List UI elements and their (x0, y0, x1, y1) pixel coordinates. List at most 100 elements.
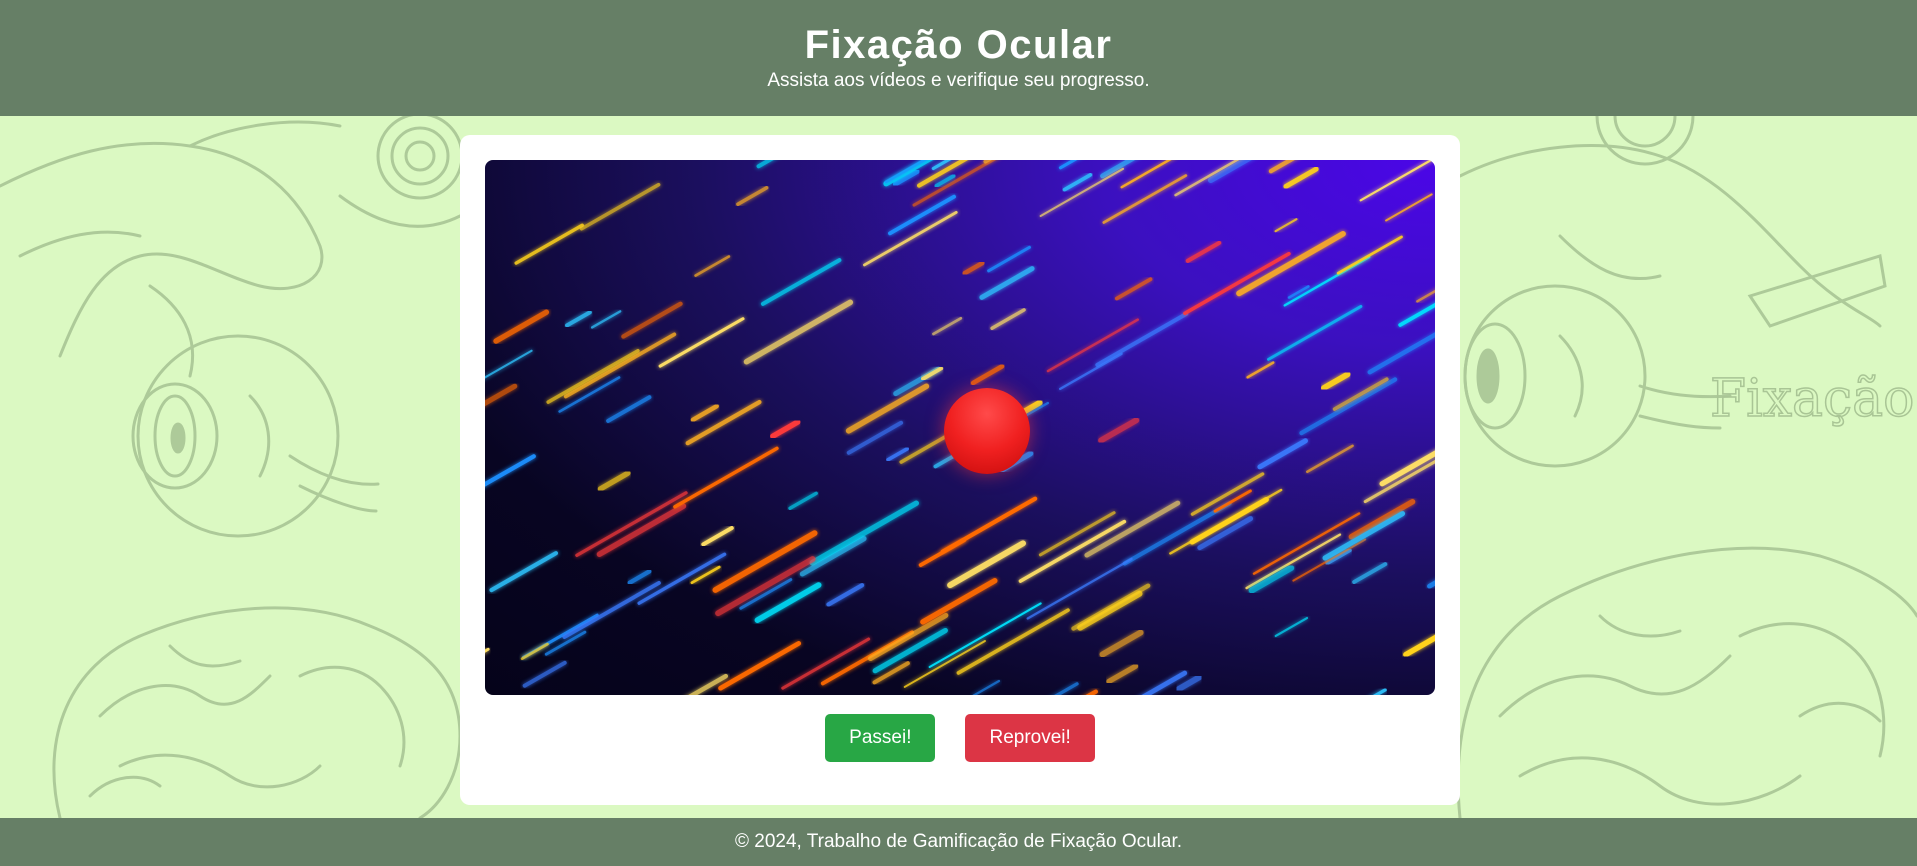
red-ball-target-icon (944, 388, 1030, 474)
pass-button[interactable]: Passei! (825, 714, 936, 762)
light-streak (1306, 444, 1354, 474)
light-streak (736, 186, 769, 206)
light-streak (1122, 501, 1232, 566)
light-streak (1274, 616, 1309, 638)
light-streak (1416, 289, 1435, 303)
light-streak (1336, 235, 1403, 275)
light-streak (1359, 160, 1434, 202)
light-streak (916, 160, 969, 188)
light-streak (743, 299, 854, 365)
light-streak (1213, 489, 1252, 513)
light-streak (1246, 361, 1275, 379)
light-streak (920, 578, 998, 625)
light-streak (718, 641, 802, 691)
light-streak (932, 316, 963, 336)
light-streak (1268, 160, 1295, 174)
light-streak (1099, 629, 1144, 658)
light-streak (1403, 634, 1435, 658)
light-streak (1175, 674, 1203, 692)
light-streak (485, 349, 533, 379)
light-streak (1106, 663, 1139, 685)
light-streak (485, 383, 518, 407)
light-streak (788, 491, 818, 511)
light-streak (1348, 499, 1416, 540)
light-streak (972, 679, 1001, 695)
light-streak (799, 536, 867, 577)
light-streak (563, 332, 677, 399)
light-streak (1283, 166, 1319, 189)
light-streak (1385, 193, 1433, 222)
fail-button[interactable]: Reprovei! (965, 714, 1095, 762)
light-streak (1095, 311, 1189, 367)
light-streak (1046, 318, 1140, 373)
light-streak (987, 245, 1031, 273)
light-streak (694, 255, 731, 277)
light-streak (673, 446, 779, 509)
light-streak (979, 266, 1035, 300)
light-streak (990, 308, 1026, 330)
light-streak (886, 446, 909, 462)
light-streak (1236, 230, 1346, 297)
light-streak (712, 530, 818, 593)
light-streak (1252, 512, 1361, 575)
light-streak (1062, 173, 1093, 192)
watermark-text: Fixação (1710, 369, 1914, 429)
light-streak (579, 182, 661, 231)
light-streak (685, 399, 762, 446)
light-streak (1077, 590, 1143, 631)
page-footer: © 2024, Trabalho de Gamificação de Fixaç… (0, 818, 1917, 866)
light-streak (1398, 302, 1435, 327)
light-streak (658, 317, 745, 368)
light-streak (627, 569, 652, 585)
light-streak (701, 526, 734, 547)
light-streak (970, 364, 1005, 386)
light-streak (1169, 488, 1283, 555)
light-streak (1084, 500, 1181, 558)
light-streak (1372, 688, 1387, 695)
light-streak (1321, 371, 1351, 391)
light-streak (590, 310, 622, 329)
light-streak (493, 309, 550, 344)
light-streak (947, 540, 1026, 589)
light-streak (621, 301, 683, 339)
light-streak (1274, 218, 1298, 233)
light-streak (1102, 174, 1188, 224)
light-streak (845, 383, 930, 434)
light-streak (520, 642, 549, 660)
light-streak (962, 260, 985, 276)
light-streak (546, 348, 640, 404)
light-streak (1299, 377, 1398, 436)
video-card: Passei! Reprovei! (460, 135, 1460, 805)
light-streak (1183, 251, 1291, 316)
light-streak (1427, 580, 1435, 589)
light-streak (597, 470, 631, 492)
page-subtitle: Assista aos vídeos e verifique seu progr… (767, 70, 1150, 91)
light-streak (485, 647, 490, 653)
light-streak (688, 673, 729, 695)
page-title: Fixação Ocular (804, 23, 1113, 67)
light-streak (1287, 285, 1310, 299)
light-streak (1267, 304, 1363, 361)
light-streak (522, 660, 567, 688)
light-streak (596, 503, 687, 557)
light-streak (918, 538, 967, 568)
light-streak (1257, 438, 1308, 470)
light-streak (1332, 377, 1389, 411)
light-streak (826, 583, 865, 607)
video-player[interactable] (485, 160, 1435, 695)
light-streak (1085, 689, 1098, 695)
light-streak (1185, 240, 1222, 263)
page-header: Fixação Ocular Assista aos vídeos e veri… (0, 0, 1917, 116)
light-streak (715, 556, 816, 617)
light-streak (770, 419, 801, 439)
result-buttons: Passei! Reprovei! (460, 714, 1460, 762)
light-streak (565, 310, 592, 328)
light-streak (1098, 417, 1140, 444)
light-streak (637, 552, 727, 605)
light-streak (754, 582, 822, 623)
light-streak (562, 581, 661, 640)
light-streak (575, 491, 688, 558)
light-streak (1039, 167, 1125, 218)
light-streak (1054, 682, 1079, 695)
light-streak (809, 500, 919, 566)
